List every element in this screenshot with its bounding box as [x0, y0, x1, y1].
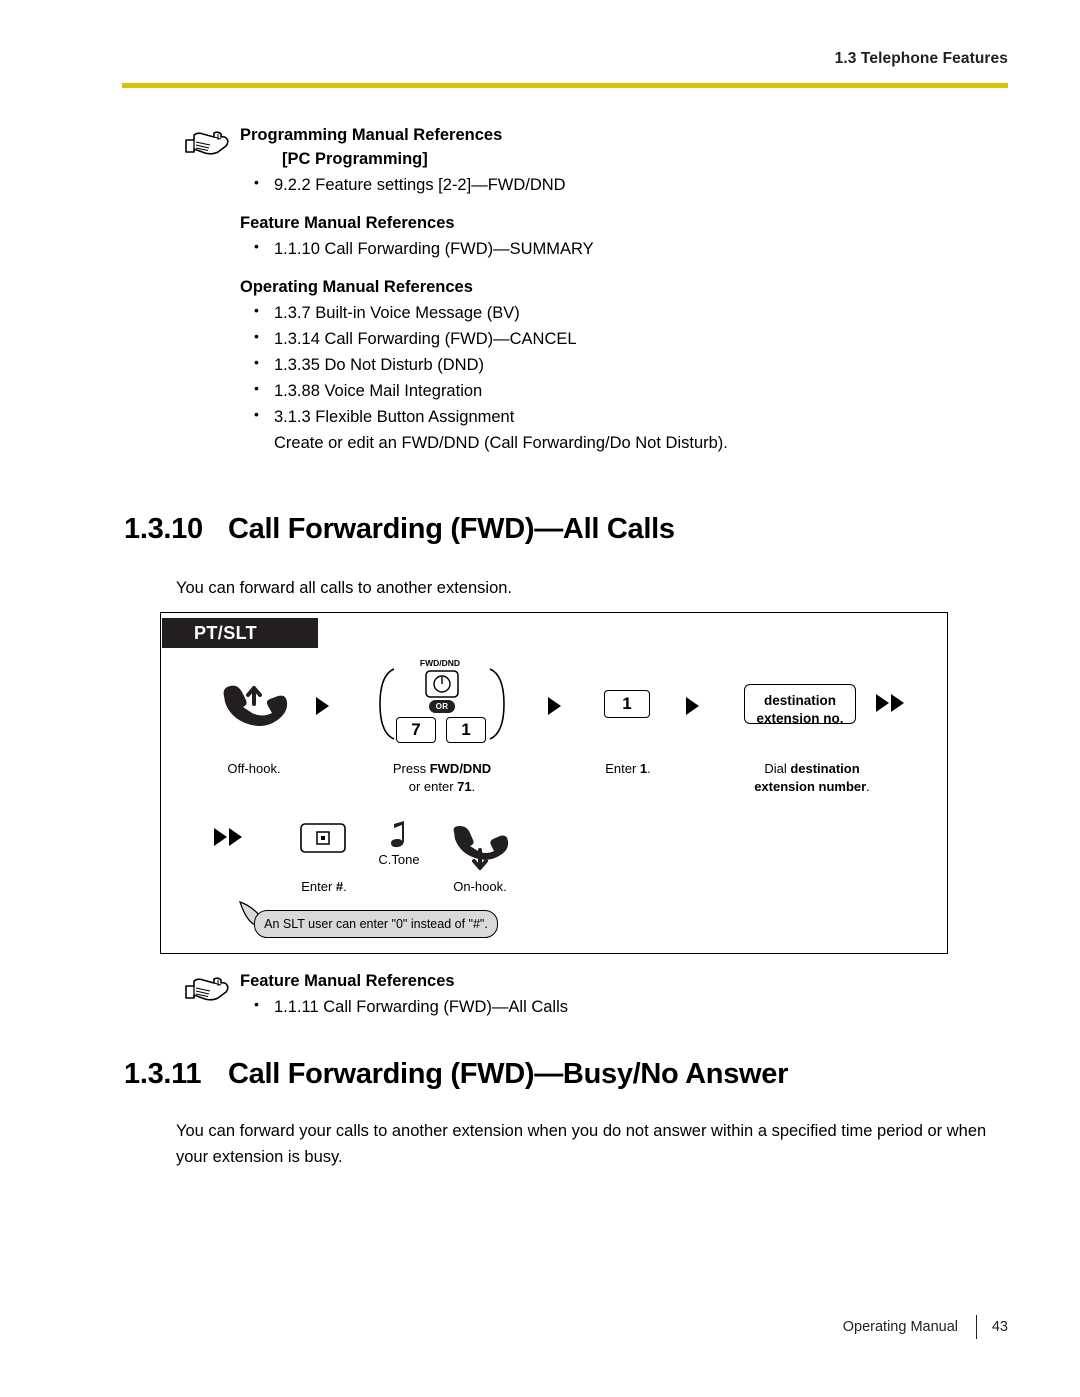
section-title: Call Forwarding (FWD)—Busy/No Answer — [228, 1058, 789, 1090]
caption-press-line2-prefix: or enter — [408, 778, 458, 794]
programming-manual-references-block: Programming Manual References [PC Progra… — [240, 124, 728, 456]
handset-offhook-icon — [216, 680, 292, 732]
caption-enter-hash: Enter #. — [266, 878, 382, 896]
caption-onhook: On-hook. — [453, 879, 507, 894]
key-7: 7 — [396, 717, 436, 743]
section-body-1-3-10: You can forward all calls to another ext… — [176, 579, 513, 597]
caption-dial-destination: Dial destination extension number. — [722, 760, 902, 795]
section-heading-1-3-10: 1.3.10 Call Forwarding (FWD)—All Calls — [124, 513, 675, 546]
caption-enter1-prefix: Enter — [605, 761, 640, 776]
caption-dial-line2-bold: extension number — [754, 778, 867, 794]
hash-key-icon — [300, 823, 346, 858]
document-page: 1.3 Telephone Features Programming Manua… — [0, 0, 1080, 1397]
section-title: Call Forwarding (FWD)—All Calls — [228, 513, 675, 545]
caption-ctone: C.Tone — [378, 852, 420, 867]
ptslt-tab-label: PT/SLT — [162, 618, 318, 648]
handset-onhook-icon — [448, 826, 512, 872]
caption-enter1-suffix: . — [647, 761, 651, 776]
caption-dial-bold: destination — [790, 761, 860, 776]
ref-item: 1.3.88 Voice Mail Integration — [240, 377, 728, 404]
destination-extension-box: destination extension no. — [744, 684, 856, 727]
section-body-1-3-11: You can forward your calls to another ex… — [176, 1122, 987, 1167]
caption-offhook: Off-hook. — [227, 761, 281, 776]
caption-press-prefix: Press — [392, 761, 430, 776]
arrow-icon — [316, 697, 329, 715]
ref-title-programming: Programming Manual References — [240, 126, 503, 144]
ref-title-operating-manual: Operating Manual References — [240, 277, 473, 296]
caption-press-line2-suffix: . — [471, 778, 476, 794]
slt-user-callout: An SLT user can enter "0" instead of "#"… — [254, 910, 498, 938]
dest-line-2: extension no. — [756, 711, 844, 727]
ref-item-note: Create or edit an FWD/DND (Call Forwardi… — [274, 434, 728, 453]
header-rule — [122, 83, 1008, 88]
ref-subtitle-pc-programming: [PC Programming] — [282, 149, 428, 168]
caption-hash-suffix: . — [343, 879, 347, 894]
caption-dial-prefix: Dial — [764, 761, 791, 776]
ref-item: 1.1.10 Call Forwarding (FWD)—SUMMARY — [240, 235, 728, 262]
caption-press-bold: FWD/DND — [429, 761, 492, 776]
arrow-icon — [548, 697, 561, 715]
section-heading-1-3-11: 1.3.11 Call Forwarding (FWD)—Busy/No Answ… — [124, 1058, 788, 1091]
caption-hash-prefix: Enter — [301, 879, 336, 894]
double-arrow-icon — [876, 694, 910, 717]
ref-item: 9.2.2 Feature settings [2-2]—FWD/DND — [240, 171, 728, 198]
or-badge: OR — [429, 700, 455, 713]
pointing-hand-icon — [184, 974, 232, 1004]
ref-title-feature-manual-2: Feature Manual References — [240, 972, 455, 990]
ref-item: 1.1.11 Call Forwarding (FWD)—All Calls — [240, 993, 568, 1020]
page-header-label: 1.3 Telephone Features — [834, 50, 1008, 67]
caption-press-fwd-dnd: Press FWD/DND or enter 71. — [362, 760, 522, 795]
pointing-hand-icon — [184, 128, 232, 158]
footer-divider — [975, 1315, 977, 1339]
key-1: 1 — [604, 690, 650, 718]
footer-manual-label: Operating Manual — [842, 1319, 958, 1335]
caption-enter-1: Enter 1. — [572, 760, 684, 778]
feature-manual-references-block-2: Feature Manual References 1.1.11 Call Fo… — [240, 970, 568, 1020]
ref-title-feature-manual: Feature Manual References — [240, 213, 455, 232]
caption-dial-line2-suffix: . — [866, 778, 870, 794]
arrow-icon — [686, 697, 699, 715]
ref-item: 3.1.3 Flexible Button Assignment — [240, 403, 728, 430]
caption-press-line2-bold: 71 — [457, 778, 472, 794]
ref-item: 1.3.7 Built-in Voice Message (BV) — [240, 299, 728, 326]
footer-page-number: 43 — [991, 1319, 1008, 1335]
ref-item: 1.3.14 Call Forwarding (FWD)—CANCEL — [240, 325, 728, 352]
section-number: 1.3.10 — [124, 513, 203, 545]
key-1-second: 1 — [446, 717, 486, 743]
dest-line-1: destination — [763, 693, 836, 708]
double-arrow-icon — [214, 828, 248, 851]
ref-item: 1.3.35 Do Not Disturb (DND) — [240, 351, 728, 378]
section-number: 1.3.11 — [124, 1058, 202, 1090]
